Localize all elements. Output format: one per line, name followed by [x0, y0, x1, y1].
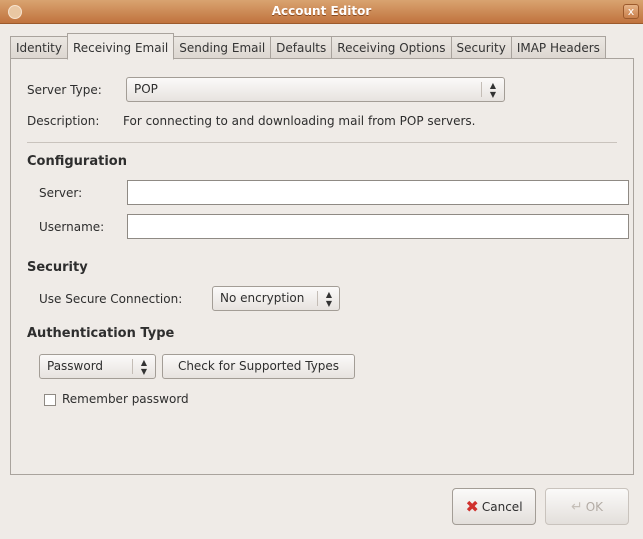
tab-bar: Identity Receiving Email Sending Email D…	[10, 33, 606, 60]
authentication-heading: Authentication Type	[27, 326, 175, 341]
tab-receiving-options[interactable]: Receiving Options	[331, 36, 452, 59]
auth-type-select[interactable]: Password ▲ ▼	[39, 354, 156, 379]
select-arrows-icon: ▲ ▼	[489, 81, 497, 99]
server-type-value: POP	[134, 82, 158, 96]
auth-type-value: Password	[47, 359, 104, 373]
security-heading: Security	[27, 260, 88, 275]
server-type-description: For connecting to and downloading mail f…	[123, 114, 476, 128]
description-label: Description:	[27, 114, 100, 128]
tab-security[interactable]: Security	[450, 36, 512, 59]
select-arrows-icon: ▲ ▼	[325, 290, 333, 308]
server-type-select[interactable]: POP ▲ ▼	[126, 77, 505, 102]
server-type-label: Server Type:	[27, 83, 102, 97]
title-bar[interactable]: Account Editor x	[0, 0, 643, 24]
ok-arrow-icon: ↵	[570, 498, 583, 515]
ok-button[interactable]: ↵ OK	[545, 488, 629, 525]
username-input[interactable]	[127, 214, 629, 239]
select-arrows-icon: ▲ ▼	[140, 358, 148, 376]
tab-identity[interactable]: Identity	[10, 36, 68, 59]
username-label: Username:	[39, 220, 105, 234]
tab-receiving-email[interactable]: Receiving Email	[67, 33, 175, 60]
configuration-heading: Configuration	[27, 154, 127, 169]
tab-imap-headers[interactable]: IMAP Headers	[510, 36, 606, 59]
remember-password-checkbox[interactable]	[44, 394, 56, 406]
cancel-button[interactable]: ✖ Cancel	[452, 488, 536, 525]
server-input[interactable]	[127, 180, 629, 205]
window-title: Account Editor	[271, 4, 372, 18]
close-window-button[interactable]: x	[623, 4, 639, 19]
server-label: Server:	[39, 186, 83, 200]
remember-password-label[interactable]: Remember password	[62, 392, 189, 406]
secure-connection-value: No encryption	[220, 291, 305, 305]
cancel-x-icon: ✖	[465, 497, 479, 516]
tab-sending-email[interactable]: Sending Email	[173, 36, 272, 59]
secure-connection-select[interactable]: No encryption ▲ ▼	[212, 286, 340, 311]
divider	[27, 142, 617, 143]
close-icon: x	[627, 5, 635, 18]
check-supported-types-button[interactable]: Check for Supported Types	[162, 354, 355, 379]
secure-connection-label: Use Secure Connection:	[39, 292, 183, 306]
receiving-email-panel: Server Type: POP ▲ ▼ Description: For con…	[10, 58, 634, 475]
tab-defaults[interactable]: Defaults	[270, 36, 333, 59]
